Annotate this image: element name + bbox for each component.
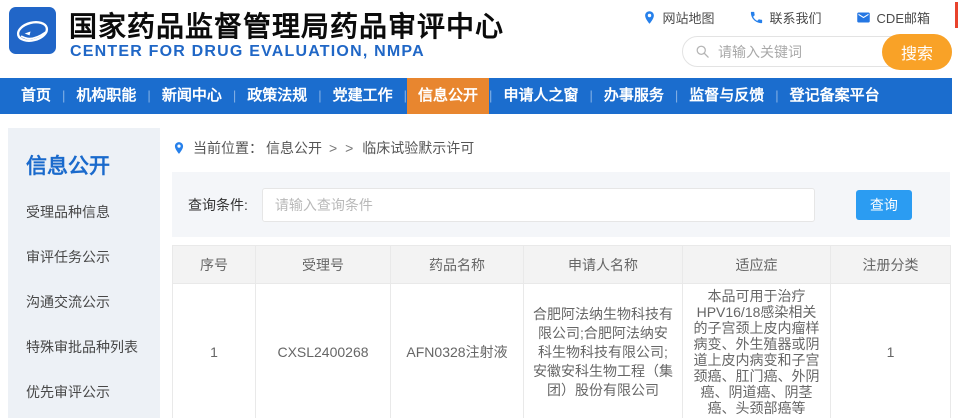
nav-item-news[interactable]: 新闻中心 (151, 78, 233, 114)
sidebar-item-special-approval[interactable]: 特殊审批品种列表 (26, 337, 150, 357)
query-input[interactable] (261, 187, 815, 222)
query-label: 查询条件: (188, 196, 248, 213)
sitemap-link[interactable]: 网站地图 (642, 8, 715, 27)
search-button[interactable]: 搜索 (882, 34, 952, 70)
nav-item-party[interactable]: 党建工作 (322, 78, 404, 114)
main-nav: 首页 机构职能 新闻中心 政策法规 党建工作 信息公开 申请人之窗 办事服务 监… (0, 78, 952, 114)
sidebar-item-communication[interactable]: 沟通交流公示 (26, 292, 150, 312)
site-subtitle: CENTER FOR DRUG EVALUATION, NMPA (70, 43, 425, 60)
nav-item-functions[interactable]: 机构职能 (65, 78, 147, 114)
contact-label: 联系我们 (769, 11, 822, 26)
breadcrumb-prefix: 当前位置： (193, 140, 263, 156)
cell-seq: 1 (172, 283, 256, 418)
nav-item-registration-platform[interactable]: 登记备案平台 (779, 78, 891, 114)
utility-links: 网站地图 联系我们 CDE邮箱 (642, 8, 930, 27)
query-panel: 查询条件: 查询 (172, 172, 950, 237)
location-pin-icon (644, 11, 654, 24)
nav-item-disclosure[interactable]: 信息公开 (407, 78, 490, 114)
cde-page: 国家药品监督管理局药品审评中心 CENTER FOR DRUG EVALUATI… (0, 0, 958, 418)
breadcrumb-current: 临床试验默示许可 (362, 140, 475, 156)
table-row: 1 CXSL2400268 AFN0328注射液 合肥阿法纳生物科技有限公司;合… (172, 283, 951, 418)
nav-item-services[interactable]: 办事服务 (593, 78, 675, 114)
breadcrumb: 当前位置： 信息公开 > > 临床试验默示许可 (172, 138, 950, 158)
col-header-drug-name: 药品名称 (390, 245, 524, 284)
col-header-registration-category: 注册分类 (830, 245, 951, 284)
nav-item-applicant-window[interactable]: 申请人之窗 (492, 78, 589, 114)
cell-acceptance-no: CXSL2400268 (255, 283, 391, 418)
search-input[interactable] (718, 43, 868, 60)
search-icon (696, 45, 709, 58)
site-header: 国家药品监督管理局药品审评中心 CENTER FOR DRUG EVALUATI… (0, 0, 958, 78)
col-header-seq: 序号 (172, 245, 256, 284)
col-header-acceptance-no: 受理号 (255, 245, 391, 284)
sidebar-item-review-tasks[interactable]: 审评任务公示 (26, 247, 150, 267)
query-button[interactable]: 查询 (855, 189, 912, 220)
cell-applicant: 合肥阿法纳生物科技有限公司;合肥阿法纳安科生物科技有限公司;安徽安科生物工程（集… (523, 283, 683, 418)
cell-registration-category: 1 (830, 283, 951, 418)
col-header-indication: 适应症 (682, 245, 831, 284)
sidebar-title: 信息公开 (26, 155, 110, 178)
contact-link[interactable]: 联系我们 (749, 8, 822, 27)
col-header-applicant: 申请人名称 (523, 245, 683, 284)
site-search: 搜索 (682, 34, 952, 70)
nav-item-policy[interactable]: 政策法规 (236, 78, 318, 114)
mail-icon (856, 12, 870, 23)
mailbox-label: CDE邮箱 (876, 11, 930, 26)
main-content: 当前位置：信息公开 > > 临床试验默示许可 查询条件: 查询 序号 受理号 药… (172, 128, 951, 418)
phone-icon (750, 11, 762, 24)
cell-drug-name: AFN0328注射液 (390, 283, 524, 418)
cde-logo-icon (9, 7, 56, 54)
nav-item-home[interactable]: 首页 (10, 78, 62, 114)
location-pin-icon (174, 142, 184, 154)
results-table: 序号 受理号 药品名称 申请人名称 适应症 注册分类 1 CXSL2400268… (172, 245, 951, 418)
sidebar-item-accepted-varieties[interactable]: 受理品种信息 (26, 202, 150, 222)
sidebar-disclosure: 信息公开 受理品种信息 审评任务公示 沟通交流公示 特殊审批品种列表 优先审评公… (8, 128, 160, 418)
cell-indication: 本品可用于治疗HPV16/18感染相关的子宫颈上皮内瘤样病变、外生殖器或阴道上皮… (682, 283, 831, 418)
mailbox-link[interactable]: CDE邮箱 (856, 8, 930, 27)
table-header-row: 序号 受理号 药品名称 申请人名称 适应症 注册分类 (172, 245, 951, 284)
breadcrumb-section[interactable]: 信息公开 (266, 138, 322, 158)
sidebar-item-priority-review[interactable]: 优先审评公示 (26, 382, 150, 402)
sitemap-label: 网站地图 (662, 11, 715, 26)
nav-item-supervision[interactable]: 监督与反馈 (678, 78, 775, 114)
breadcrumb-separator: > > (329, 140, 356, 156)
site-title: 国家药品监督管理局药品审评中心 (69, 11, 505, 42)
